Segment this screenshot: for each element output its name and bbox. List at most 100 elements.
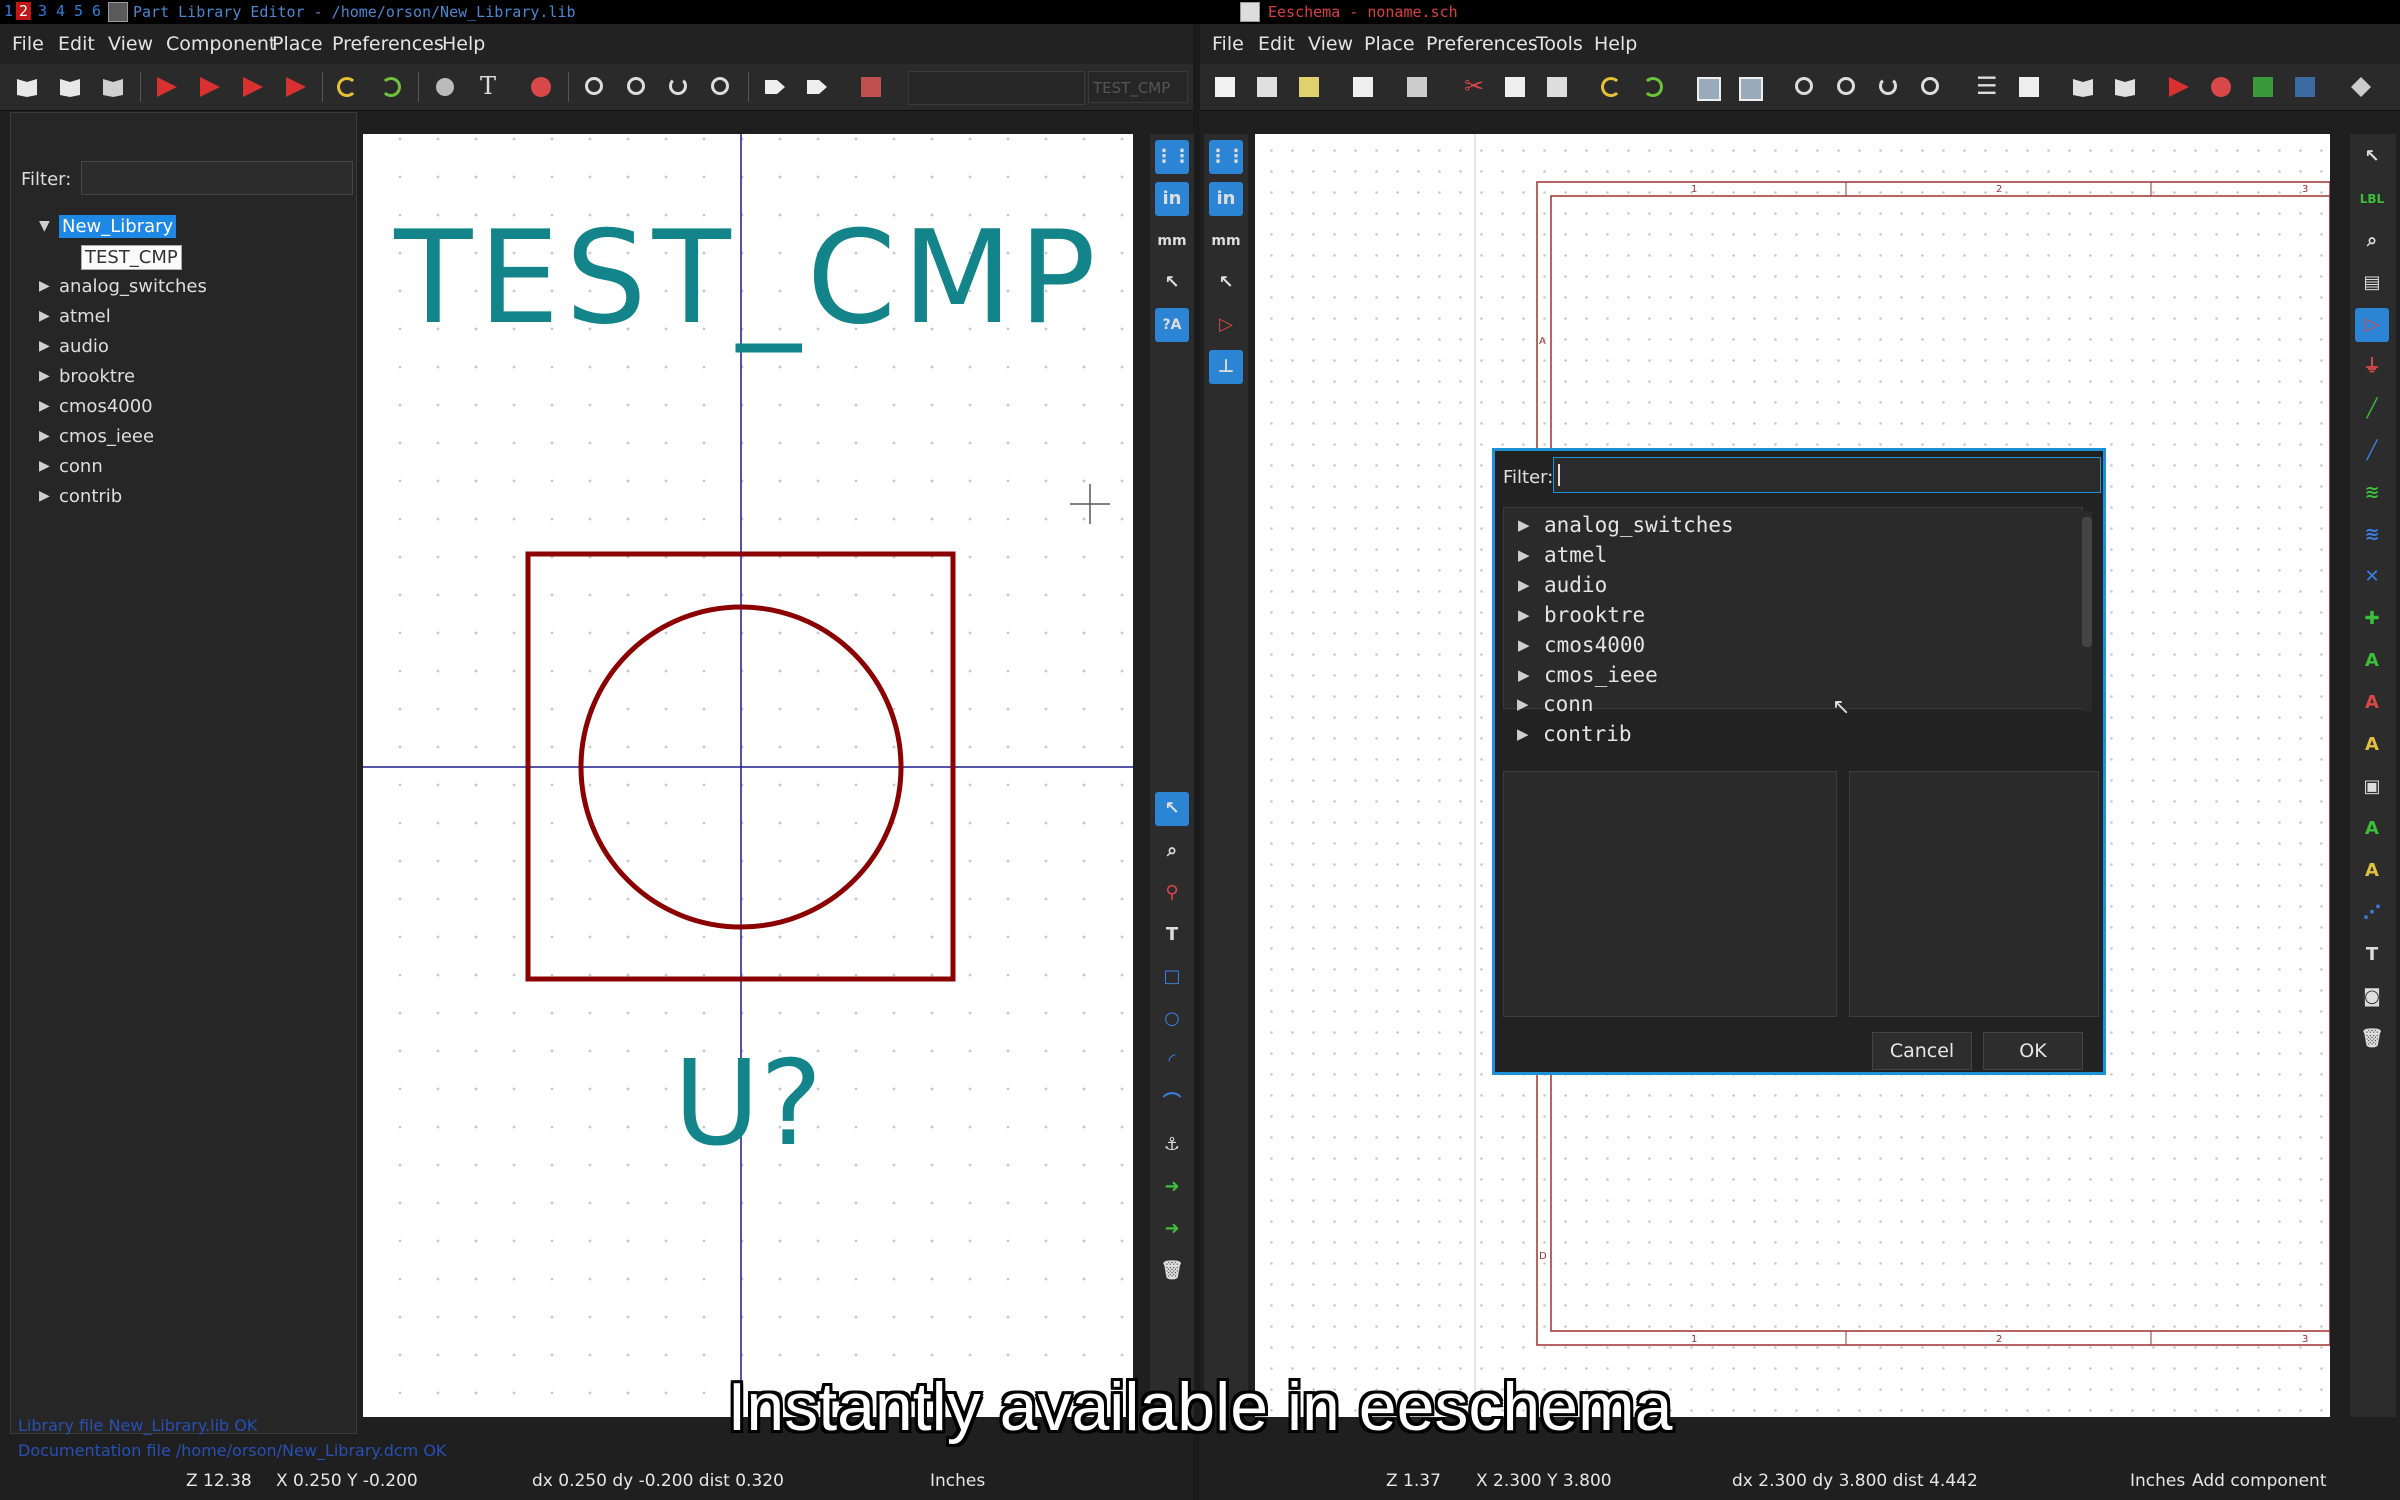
delete-trash-icon[interactable]: 🗑 bbox=[1155, 1254, 1189, 1288]
load-component-icon[interactable] bbox=[195, 72, 225, 102]
add-text-icon[interactable]: T bbox=[1155, 918, 1189, 952]
workspace-4[interactable]: 4 bbox=[56, 2, 65, 20]
zoom-in-icon[interactable] bbox=[1790, 72, 1820, 102]
dialog-library-tree[interactable]: ▶ analog_switches ▶ atmel ▶ audio ▶ broo… bbox=[1503, 507, 2083, 709]
library-save-icon[interactable] bbox=[98, 72, 128, 102]
zoom-out-icon[interactable] bbox=[1832, 72, 1862, 102]
ple-menu-place[interactable]: Place bbox=[272, 33, 323, 55]
collapsed-arrow-icon[interactable]: ▶ bbox=[1518, 636, 1530, 654]
collapsed-arrow-icon[interactable]: ▶ bbox=[39, 458, 50, 474]
de-morgan-normal-icon[interactable] bbox=[760, 72, 790, 102]
text-icon[interactable]: T bbox=[474, 72, 504, 102]
grid-toggle-icon[interactable]: ⋮⋮ bbox=[1155, 140, 1191, 174]
add-arc-icon[interactable]: ◜ bbox=[1155, 1044, 1189, 1078]
collapsed-arrow-icon[interactable]: ▶ bbox=[39, 278, 50, 294]
zoom-fit-icon[interactable] bbox=[1916, 72, 1946, 102]
de-morgan-convert-icon[interactable] bbox=[802, 72, 832, 102]
dialog-tree-scrollbar[interactable] bbox=[2082, 511, 2092, 711]
annotate-icon[interactable] bbox=[2164, 72, 2194, 102]
collapsed-arrow-icon[interactable]: ▶ bbox=[1518, 666, 1530, 684]
ee-menu-file[interactable]: File bbox=[1212, 33, 1244, 55]
import-sheet-pin-icon[interactable]: A bbox=[2355, 812, 2389, 846]
add-junction-icon[interactable]: ✚ bbox=[2355, 602, 2389, 636]
add-circle-icon[interactable]: ○ bbox=[1155, 1002, 1189, 1036]
find-icon[interactable] bbox=[1692, 72, 1722, 102]
grid-toggle-icon[interactable]: ⋮⋮ bbox=[1209, 140, 1245, 174]
ee-menu-help[interactable]: Help bbox=[1594, 33, 1637, 55]
cancel-button[interactable]: Cancel bbox=[1872, 1032, 1972, 1070]
export-drawing-icon[interactable]: ➜ bbox=[1155, 1212, 1189, 1246]
units-mm-icon[interactable]: mm bbox=[1209, 224, 1243, 258]
add-hierarchy-icon[interactable]: ▤ bbox=[2355, 266, 2389, 300]
hidden-pins-icon[interactable]: ▷ bbox=[1209, 308, 1243, 342]
tree-library-new-library[interactable]: New_Library bbox=[59, 215, 177, 238]
collapsed-arrow-icon[interactable]: ▶ bbox=[39, 338, 50, 354]
add-graphic-text-icon[interactable]: T bbox=[2355, 938, 2389, 972]
units-mm-icon[interactable]: mm bbox=[1155, 224, 1189, 258]
export-component-icon[interactable] bbox=[281, 72, 311, 102]
paste-icon[interactable] bbox=[1542, 72, 1572, 102]
cursor-shape-icon[interactable]: ↖ bbox=[1209, 266, 1243, 300]
book-icon[interactable] bbox=[12, 72, 42, 102]
add-pin-icon[interactable]: ⚲ bbox=[1155, 876, 1189, 910]
new-component-icon[interactable] bbox=[152, 72, 182, 102]
ple-menu-file[interactable]: File bbox=[12, 33, 44, 55]
expanded-arrow-icon[interactable]: ▼ bbox=[39, 218, 50, 234]
zoom-fit-icon[interactable] bbox=[706, 72, 736, 102]
collapsed-arrow-icon[interactable]: ▶ bbox=[39, 308, 50, 324]
tree-library-item[interactable]: analog_switches bbox=[59, 276, 207, 297]
copy-icon[interactable] bbox=[1500, 72, 1530, 102]
units-inches-icon[interactable]: in bbox=[1155, 182, 1189, 216]
dialog-library-item[interactable]: contrib bbox=[1543, 722, 1632, 746]
add-wire-icon[interactable]: ╱ bbox=[2355, 392, 2389, 426]
dialog-filter-input[interactable] bbox=[1553, 457, 2101, 493]
add-bus-entry-icon[interactable]: ≋ bbox=[2355, 518, 2389, 552]
ee-menu-tools[interactable]: Tools bbox=[1536, 33, 1583, 55]
tree-library-item[interactable]: cmos4000 bbox=[59, 396, 153, 417]
dialog-library-item[interactable]: analog_switches bbox=[1544, 513, 1734, 537]
delete-trash-icon[interactable]: 🗑 bbox=[2355, 1022, 2389, 1056]
zoom-out-icon[interactable] bbox=[622, 72, 652, 102]
dialog-library-item[interactable]: atmel bbox=[1544, 543, 1607, 567]
dialog-library-item[interactable]: cmos4000 bbox=[1544, 633, 1645, 657]
ple-menu-component[interactable]: Component bbox=[166, 33, 276, 55]
workspace-2[interactable]: 2 bbox=[16, 2, 32, 20]
component-drawing-canvas[interactable]: TEST_CMP U? bbox=[363, 134, 1133, 1417]
collapsed-arrow-icon[interactable]: ▶ bbox=[39, 488, 50, 504]
tree-library-item[interactable]: contrib bbox=[59, 486, 122, 507]
new-sheet-icon[interactable] bbox=[1210, 72, 1240, 102]
collapsed-arrow-icon[interactable]: ▶ bbox=[39, 398, 50, 414]
spell-check-icon[interactable] bbox=[430, 72, 460, 102]
bus-wire-orientation-icon[interactable]: ⊥ bbox=[1209, 350, 1243, 384]
redo-icon[interactable] bbox=[1638, 72, 1668, 102]
erc-icon[interactable] bbox=[2206, 72, 2236, 102]
cvpcb-icon[interactable] bbox=[2346, 72, 2376, 102]
collapsed-arrow-icon[interactable]: ▶ bbox=[1518, 606, 1530, 624]
zoom-tool-icon[interactable]: ⌕ bbox=[1155, 834, 1189, 868]
find-replace-icon[interactable] bbox=[1734, 72, 1764, 102]
dialog-library-item[interactable]: cmos_ieee bbox=[1544, 663, 1658, 687]
cursor-shape-icon[interactable]: ↖ bbox=[1155, 266, 1189, 300]
print-icon[interactable] bbox=[1402, 72, 1432, 102]
collapsed-arrow-icon[interactable]: ▶ bbox=[1518, 576, 1530, 594]
select-arrow-icon[interactable]: ↖ bbox=[1155, 792, 1189, 826]
book-open-icon[interactable] bbox=[55, 72, 85, 102]
add-label-icon[interactable]: A bbox=[2355, 644, 2389, 678]
component-name-field[interactable]: TEST_CMP bbox=[363, 204, 1133, 353]
collapsed-arrow-icon[interactable]: ▶ bbox=[39, 428, 50, 444]
redo-icon[interactable] bbox=[376, 72, 406, 102]
add-image-icon[interactable]: ◙ bbox=[2355, 980, 2389, 1014]
component-select-combo[interactable]: TEST_CMP bbox=[1088, 71, 1188, 103]
zoom-redraw-icon[interactable] bbox=[664, 72, 694, 102]
library-browser-icon[interactable] bbox=[2110, 72, 2140, 102]
page-settings-icon[interactable] bbox=[1348, 72, 1378, 102]
workspace-5[interactable]: 5 bbox=[74, 2, 83, 20]
new-project-icon[interactable] bbox=[1252, 72, 1282, 102]
undo-icon[interactable] bbox=[1596, 72, 1626, 102]
tree-library-item[interactable]: audio bbox=[59, 336, 109, 357]
scrollbar-thumb[interactable] bbox=[2082, 517, 2092, 647]
collapsed-arrow-icon[interactable]: ▶ bbox=[1517, 725, 1529, 743]
collapsed-arrow-icon[interactable]: ▶ bbox=[1518, 546, 1530, 564]
ee-menu-preferences[interactable]: Preferences bbox=[1426, 33, 1538, 55]
ple-menu-view[interactable]: View bbox=[108, 33, 153, 55]
